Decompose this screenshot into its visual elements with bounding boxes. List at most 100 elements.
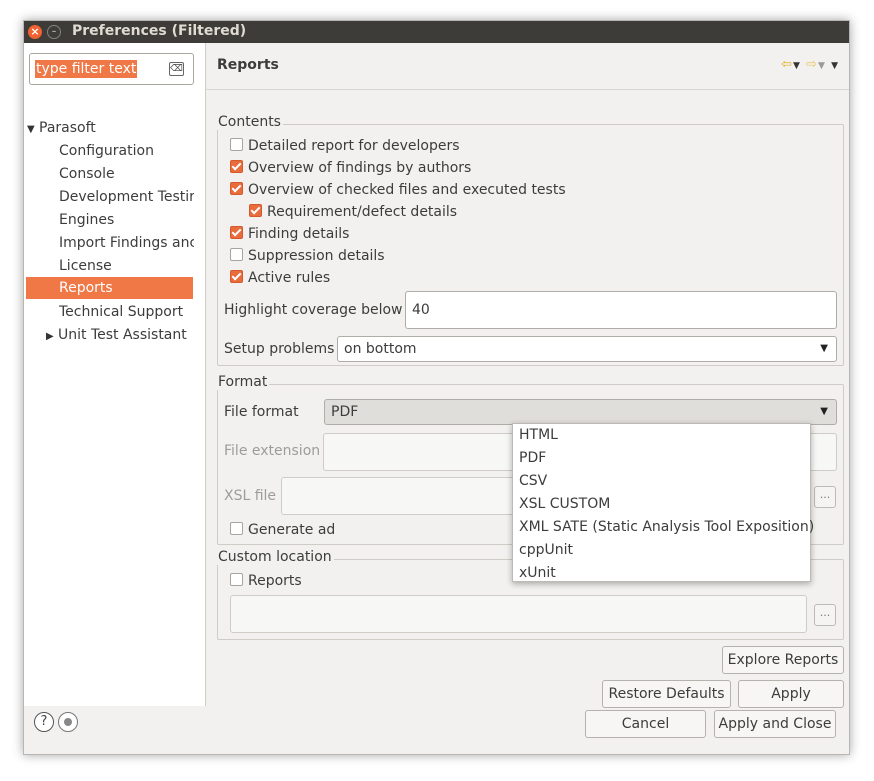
preferences-window: × – Preferences (Filtered) type filter t…: [23, 20, 850, 755]
browse-location-button[interactable]: ...: [814, 604, 836, 626]
group-label: Contents: [216, 114, 283, 130]
checkbox[interactable]: [230, 160, 243, 173]
checkbox-label: Requirement/defect details: [267, 204, 458, 220]
filter-text: type filter text: [35, 60, 138, 78]
reports-page: Reports ⇦▼ ⇨▼ ▼ Contents Detailed report…: [206, 43, 849, 708]
tree-item-parasoft[interactable]: ▼ Parasoft: [27, 117, 96, 139]
file-format-dropdown: HTML PDF CSV XSL CUSTOM XML SATE (Static…: [512, 423, 814, 585]
checkbox-label: Overview of findings by authors: [248, 160, 472, 176]
checkbox[interactable]: [230, 522, 243, 535]
forward-arrow-icon[interactable]: ⇨: [806, 57, 818, 72]
checkbox-checked-files[interactable]: Overview of checked files and executed t…: [230, 180, 566, 200]
tree-item-label: Import Findings anc: [59, 235, 194, 251]
highlight-coverage-input[interactable]: 40: [405, 291, 837, 329]
dropdown-option[interactable]: cppUnit: [513, 539, 810, 562]
page-title: Reports: [217, 57, 279, 73]
checkbox-detailed-report[interactable]: Detailed report for developers: [230, 136, 460, 156]
explore-reports-button[interactable]: Explore Reports: [722, 646, 844, 674]
tree-item-label: Reports: [59, 280, 113, 296]
tree-item-console[interactable]: Console: [59, 163, 115, 185]
checkbox[interactable]: [249, 204, 262, 217]
xsl-file-label: XSL file: [224, 488, 277, 504]
dropdown-option[interactable]: HTML: [513, 424, 810, 447]
checkbox[interactable]: [230, 138, 243, 151]
file-format-label: File format: [224, 404, 299, 420]
highlight-coverage-label: Highlight coverage below: [224, 302, 403, 318]
checkbox[interactable]: [230, 270, 243, 283]
window-title: Preferences (Filtered): [72, 23, 247, 39]
custom-location-input[interactable]: [230, 595, 807, 633]
setup-problems-select[interactable]: on bottom ▼: [337, 336, 837, 362]
file-extension-label: File extension: [224, 443, 321, 459]
file-format-select[interactable]: PDF ▼: [324, 399, 837, 425]
filter-input[interactable]: type filter text ⌫: [29, 53, 194, 85]
checkbox-label: Active rules: [248, 270, 331, 286]
close-icon[interactable]: ×: [28, 25, 42, 39]
restore-defaults-button[interactable]: Restore Defaults: [602, 680, 731, 708]
apply-button[interactable]: Apply: [738, 680, 844, 708]
checkbox-label: Finding details: [248, 226, 350, 242]
tree-item-development-testing[interactable]: Development Testir: [59, 186, 194, 208]
tree-item-label: Unit Test Assistant: [58, 327, 187, 343]
chevron-down-icon: ▼: [820, 343, 828, 354]
tree-item-label: Console: [59, 166, 115, 182]
tree-item-license[interactable]: License: [59, 255, 112, 277]
title-bar: × – Preferences (Filtered): [24, 21, 849, 43]
checkbox-active-rules[interactable]: Active rules: [230, 268, 330, 288]
view-menu-icon[interactable]: ▼: [831, 61, 839, 71]
tree-item-label: Development Testir: [59, 189, 194, 205]
checkbox-label: Reports: [248, 573, 302, 589]
file-format-value: PDF: [331, 404, 359, 420]
checkbox-label: Detailed report for developers: [248, 138, 460, 154]
checkbox-suppression-details[interactable]: Suppression details: [230, 246, 385, 266]
chevron-down-icon: ▼: [820, 406, 828, 417]
checkbox-label: Overview of checked files and executed t…: [248, 182, 566, 198]
tree-item-label: Engines: [59, 212, 115, 228]
checkbox-custom-reports[interactable]: Reports: [230, 571, 302, 591]
checkbox[interactable]: [230, 573, 243, 586]
minimize-icon[interactable]: –: [47, 25, 61, 39]
navigation-arrows[interactable]: ⇦▼ ⇨▼ ▼: [781, 57, 839, 72]
cancel-button[interactable]: Cancel: [585, 710, 706, 738]
tree-item-reports[interactable]: Reports: [26, 277, 193, 299]
collapsed-triangle-icon[interactable]: ▶: [46, 326, 58, 346]
checkbox-label: Generate ad: [248, 522, 336, 538]
back-arrow-icon[interactable]: ⇦: [781, 57, 793, 72]
expanded-triangle-icon[interactable]: ▼: [27, 119, 39, 139]
tree-item-label: Technical Support: [59, 304, 184, 320]
tree-item-label: Parasoft: [39, 120, 96, 136]
dropdown-option[interactable]: XSL CUSTOM: [513, 493, 810, 516]
group-label: Custom location: [216, 549, 334, 565]
browse-xsl-button[interactable]: ...: [814, 486, 836, 508]
dropdown-option[interactable]: xUnit: [513, 562, 810, 585]
tree-item-label: License: [59, 258, 112, 274]
setup-problems-label: Setup problems: [224, 341, 335, 357]
dropdown-option[interactable]: CSV: [513, 470, 810, 493]
checkbox-label: Suppression details: [248, 248, 385, 264]
checkbox[interactable]: [230, 182, 243, 195]
checkbox[interactable]: [230, 248, 243, 261]
tree-item-import-findings[interactable]: Import Findings anc: [59, 232, 194, 254]
tree-item-configuration[interactable]: Configuration: [59, 140, 154, 162]
group-label: Format: [216, 374, 270, 390]
header-separator: [206, 89, 849, 90]
preference-tree-pane: type filter text ⌫ ▼ Parasoft Configurati…: [24, 43, 206, 706]
dropdown-option[interactable]: PDF: [513, 447, 810, 470]
apply-and-close-button[interactable]: Apply and Close: [714, 710, 836, 738]
checkbox-findings-by-authors[interactable]: Overview of findings by authors: [230, 158, 471, 178]
tree-item-technical-support[interactable]: Technical Support: [59, 301, 183, 323]
checkbox-requirement-details[interactable]: Requirement/defect details: [249, 202, 457, 222]
tree-item-engines[interactable]: Engines: [59, 209, 114, 231]
checkbox[interactable]: [230, 226, 243, 239]
record-icon[interactable]: [58, 712, 78, 732]
checkbox-generate[interactable]: Generate ad: [230, 520, 335, 540]
help-icon[interactable]: ?: [34, 712, 54, 732]
checkbox-finding-details[interactable]: Finding details: [230, 224, 349, 244]
setup-problems-value: on bottom: [344, 341, 417, 357]
tree-item-unit-test-assistant[interactable]: ▶ Unit Test Assistant: [46, 324, 187, 346]
forward-dropdown-icon[interactable]: ▼: [818, 61, 826, 71]
clear-filter-icon[interactable]: ⌫: [169, 62, 184, 76]
back-dropdown-icon[interactable]: ▼: [793, 61, 801, 71]
dropdown-option[interactable]: XML SATE (Static Analysis Tool Expositio…: [513, 516, 814, 539]
tree-item-label: Configuration: [59, 143, 154, 159]
